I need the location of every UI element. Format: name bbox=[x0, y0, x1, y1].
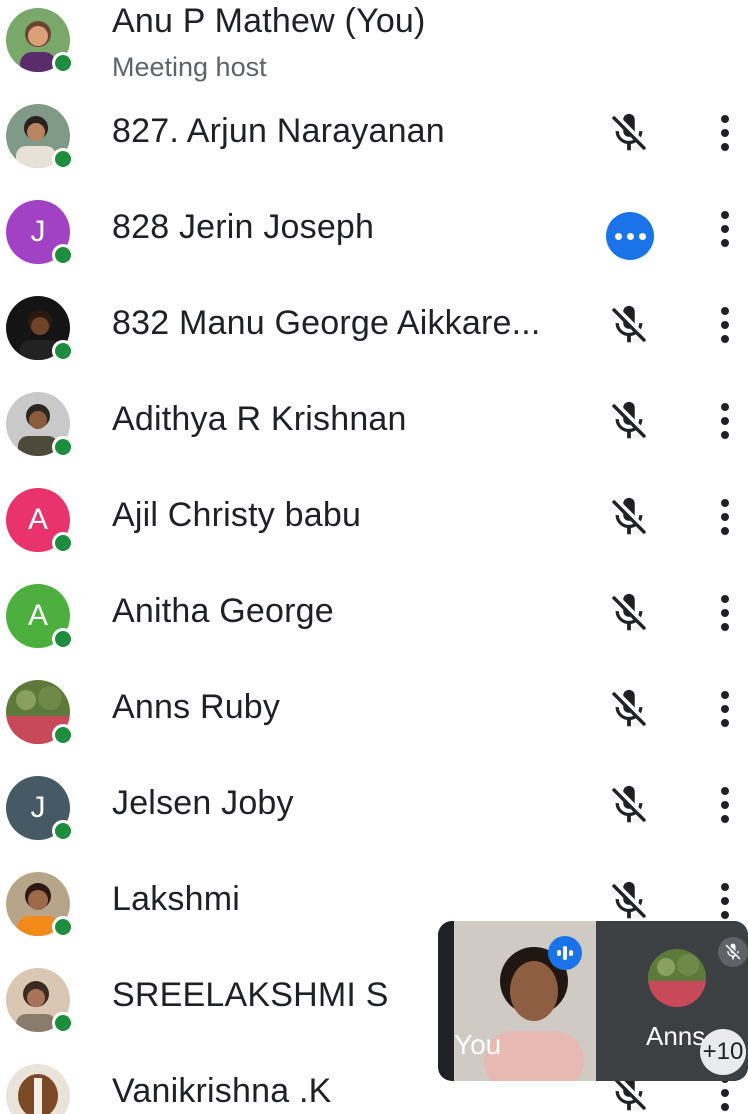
online-indicator bbox=[52, 1012, 74, 1034]
avatar bbox=[6, 1064, 70, 1114]
participant-name: 832 Manu George Aikkare... bbox=[112, 304, 541, 342]
mic-off-icon bbox=[611, 497, 647, 535]
online-indicator bbox=[52, 916, 74, 938]
more-vert-icon[interactable] bbox=[710, 590, 740, 636]
mic-off-icon bbox=[611, 785, 647, 823]
mic-off-icon bbox=[611, 881, 647, 919]
mic-off-icon bbox=[611, 593, 647, 631]
more-vert-icon[interactable] bbox=[710, 110, 740, 156]
more-vert-icon[interactable] bbox=[710, 878, 740, 924]
participant-role: Meeting host bbox=[112, 52, 267, 82]
more-vert-icon[interactable] bbox=[710, 494, 740, 540]
participant-name: Adithya R Krishnan bbox=[112, 400, 407, 438]
online-indicator bbox=[52, 436, 74, 458]
participant-name: Vanikrishna .K bbox=[112, 1072, 332, 1110]
avatar bbox=[648, 949, 706, 1007]
self-tile-label: You bbox=[454, 1029, 502, 1060]
online-indicator bbox=[52, 52, 74, 74]
participant-row[interactable]: 827. Arjun Narayanan bbox=[0, 96, 748, 192]
participant-row[interactable]: Anu P Mathew (You) Meeting host bbox=[0, 0, 748, 96]
mic-off-icon bbox=[611, 401, 647, 439]
participant-name: SREELAKSHMI S bbox=[112, 976, 389, 1014]
online-indicator bbox=[52, 532, 74, 554]
participant-row[interactable]: A Ajil Christy babu bbox=[0, 480, 748, 576]
participant-name: Ajil Christy babu bbox=[112, 496, 362, 534]
speaking-dots-icon bbox=[606, 212, 654, 260]
online-indicator bbox=[52, 148, 74, 170]
online-indicator bbox=[52, 628, 74, 650]
mic-off-icon bbox=[611, 305, 647, 343]
participant-name: Jelsen Joby bbox=[112, 784, 294, 822]
participant-name: Anu P Mathew (You) bbox=[112, 2, 426, 40]
participant-name: Lakshmi bbox=[112, 880, 241, 918]
more-participants-badge[interactable]: +10 bbox=[700, 1029, 746, 1075]
picture-in-picture[interactable]: You Anns +10 bbox=[438, 921, 748, 1081]
participant-row[interactable]: J Jelsen Joby bbox=[0, 768, 748, 864]
online-indicator bbox=[52, 244, 74, 266]
more-vert-icon[interactable] bbox=[710, 206, 740, 252]
more-vert-icon[interactable] bbox=[710, 302, 740, 348]
online-indicator bbox=[52, 724, 74, 746]
participant-row[interactable]: Adithya R Krishnan bbox=[0, 384, 748, 480]
mic-off-icon bbox=[718, 937, 748, 967]
participant-row[interactable]: Anns Ruby bbox=[0, 672, 748, 768]
more-vert-icon[interactable] bbox=[710, 398, 740, 444]
participant-name: Anns Ruby bbox=[112, 688, 281, 726]
mic-off-icon bbox=[611, 689, 647, 727]
online-indicator bbox=[52, 340, 74, 362]
mic-off-icon bbox=[611, 113, 647, 151]
participant-name: 828 Jerin Joseph bbox=[112, 208, 375, 246]
online-indicator bbox=[52, 820, 74, 842]
voice-activity-icon bbox=[548, 936, 582, 970]
more-vert-icon[interactable] bbox=[710, 782, 740, 828]
participant-name: Anitha George bbox=[112, 592, 334, 630]
participant-row[interactable]: 832 Manu George Aikkare... bbox=[0, 288, 748, 384]
participant-row[interactable]: J 828 Jerin Joseph bbox=[0, 192, 748, 288]
participant-row[interactable]: A Anitha George bbox=[0, 576, 748, 672]
participant-name: 827. Arjun Narayanan bbox=[112, 112, 445, 150]
participant-tile-label: Anns bbox=[646, 1021, 706, 1051]
more-vert-icon[interactable] bbox=[710, 686, 740, 732]
